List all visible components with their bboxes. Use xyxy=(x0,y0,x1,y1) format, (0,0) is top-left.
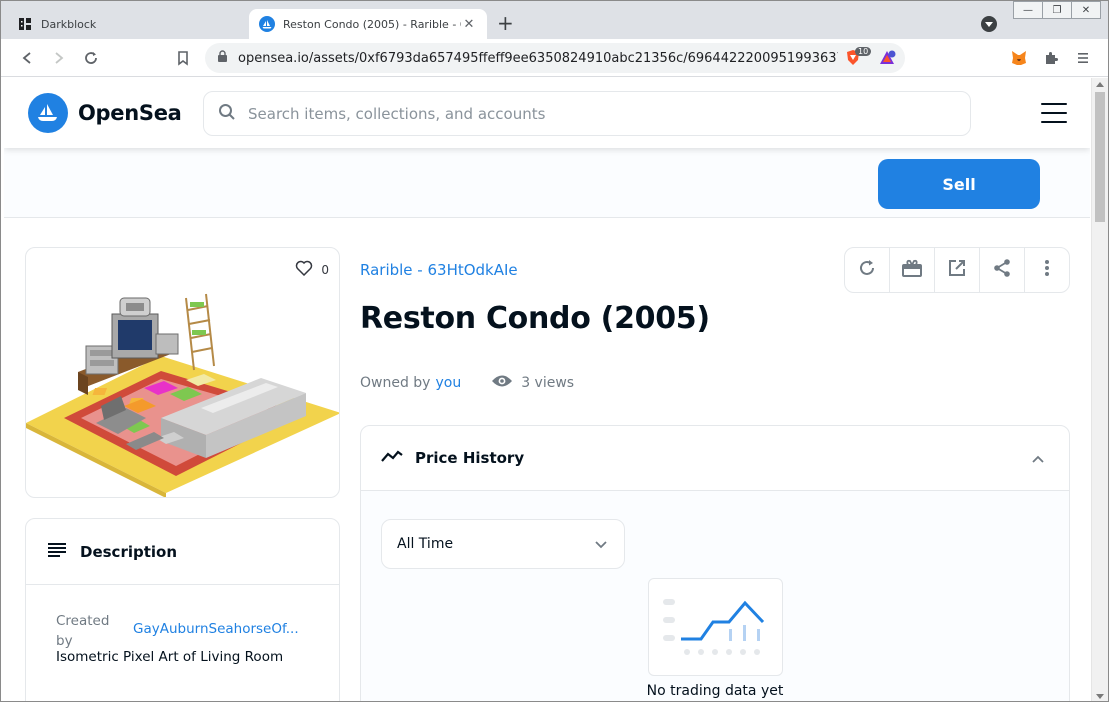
page-scrollbar[interactable] xyxy=(1091,78,1108,701)
chevron-up-icon[interactable] xyxy=(1031,450,1045,468)
search-input[interactable] xyxy=(248,104,928,123)
description-body: Created by GayAuburnSeahorseOf... Isomet… xyxy=(26,585,339,665)
brave-badge: 10 xyxy=(855,47,872,56)
description-text: Isometric Pixel Art of Living Room xyxy=(56,649,284,665)
time-range-select[interactable]: All Time xyxy=(381,519,625,569)
close-tab-icon[interactable]: ✕ xyxy=(461,17,477,32)
address-bar[interactable]: opensea.io/assets/0xf6793da657495ffeff9e… xyxy=(205,43,905,73)
bookmark-icon[interactable] xyxy=(173,48,193,68)
browser-toolbar: opensea.io/assets/0xf6793da657495ffeff9e… xyxy=(1,39,1108,77)
back-icon[interactable] xyxy=(17,48,37,68)
new-tab-button[interactable]: + xyxy=(497,13,514,33)
description-card: Description Created by GayAuburnSeahorse… xyxy=(25,518,340,701)
site-search[interactable] xyxy=(203,91,971,136)
brand-name: OpenSea xyxy=(78,101,182,125)
more-options-button[interactable] xyxy=(1025,248,1069,292)
owned-by-label: Owned by xyxy=(360,375,431,391)
trend-line-icon xyxy=(381,449,403,467)
price-history-body: All Time No trading data yet xyxy=(361,491,1069,701)
tab-reston-condo[interactable]: Reston Condo (2005) - Rarible - 63Ht ✕ xyxy=(249,9,487,39)
tab-title: Reston Condo (2005) - Rarible - 63Ht xyxy=(283,17,461,31)
price-history-header[interactable]: Price History xyxy=(361,426,1069,491)
opensea-boat-icon xyxy=(28,93,68,133)
refresh-metadata-button[interactable] xyxy=(845,248,890,292)
chevron-down-icon xyxy=(594,538,608,554)
extensions-puzzle-icon[interactable] xyxy=(1041,48,1061,68)
opensea-favicon-icon xyxy=(259,16,275,32)
time-range-value: All Time xyxy=(397,536,454,552)
transfer-button[interactable] xyxy=(890,248,935,292)
forward-icon[interactable] xyxy=(49,48,69,68)
tab-search-icon[interactable] xyxy=(981,16,997,32)
tab-title: Darkblock xyxy=(41,17,97,31)
hamburger-menu-icon[interactable] xyxy=(1041,103,1067,123)
external-link-icon xyxy=(947,258,967,282)
creator-link[interactable]: GayAuburnSeahorseOf... xyxy=(133,621,313,637)
views-count: 3 views xyxy=(521,375,575,391)
asset-content: 0 Description Created by GayAuburnSeahor… xyxy=(4,219,1090,701)
eye-icon xyxy=(491,374,513,392)
site-header: OpenSea xyxy=(4,78,1090,148)
empty-chart-illustration xyxy=(648,578,783,676)
refresh-icon xyxy=(857,258,877,282)
description-heading: Description xyxy=(80,542,178,561)
reload-icon[interactable] xyxy=(81,48,101,68)
no-trading-data-message: No trading data yet xyxy=(646,683,784,699)
share-icon xyxy=(992,258,1012,282)
minimize-icon[interactable]: — xyxy=(1013,1,1043,19)
brave-rewards-icon[interactable] xyxy=(877,48,897,68)
more-vertical-icon xyxy=(1044,259,1050,281)
scroll-down-icon[interactable] xyxy=(1096,694,1104,699)
search-icon xyxy=(218,103,236,125)
views-info: 3 views xyxy=(483,374,574,392)
share-button[interactable] xyxy=(980,248,1025,292)
collection-link[interactable]: Rarible - 63HtOdkAIe xyxy=(360,261,518,279)
metamask-icon[interactable] xyxy=(1009,48,1029,68)
asset-toolbar xyxy=(844,247,1070,293)
lock-icon xyxy=(217,49,228,67)
tab-strip: Darkblock Reston Condo (2005) - Rarible … xyxy=(1,1,1108,39)
asset-title: Reston Condo (2005) xyxy=(360,301,710,336)
owner-row: Owned by you 3 views xyxy=(360,374,574,392)
owner-link[interactable]: you xyxy=(435,375,461,391)
price-history-heading: Price History xyxy=(415,449,525,467)
gift-icon xyxy=(902,259,922,281)
item-action-bar: Sell xyxy=(4,148,1090,218)
description-header[interactable]: Description xyxy=(26,519,339,585)
scroll-up-icon[interactable] xyxy=(1096,82,1104,87)
sell-button[interactable]: Sell xyxy=(878,159,1040,209)
maximize-icon[interactable]: ❐ xyxy=(1042,1,1072,19)
browser-window: Darkblock Reston Condo (2005) - Rarible … xyxy=(0,0,1109,702)
brave-shields-icon[interactable]: 10 xyxy=(843,47,872,68)
darkblock-favicon-icon xyxy=(17,16,33,32)
page-viewport: OpenSea Sell 0 xyxy=(4,78,1090,701)
open-external-button[interactable] xyxy=(935,248,980,292)
asset-image-card: 0 xyxy=(25,247,340,498)
asset-image[interactable] xyxy=(26,248,340,498)
opensea-logo[interactable]: OpenSea xyxy=(28,93,182,133)
url-text: opensea.io/assets/0xf6793da657495ffeff9e… xyxy=(238,50,838,66)
close-window-icon[interactable]: ✕ xyxy=(1071,1,1101,19)
created-by-label: Created by xyxy=(56,613,110,649)
scrollbar-thumb[interactable] xyxy=(1095,92,1105,222)
price-history-card: Price History All Time No trading data y… xyxy=(360,425,1070,701)
browser-menu-icon[interactable] xyxy=(1073,48,1093,68)
window-controls: — ❐ ✕ xyxy=(1013,1,1101,19)
tab-darkblock[interactable]: Darkblock xyxy=(7,9,245,39)
description-lines-icon xyxy=(48,542,66,561)
